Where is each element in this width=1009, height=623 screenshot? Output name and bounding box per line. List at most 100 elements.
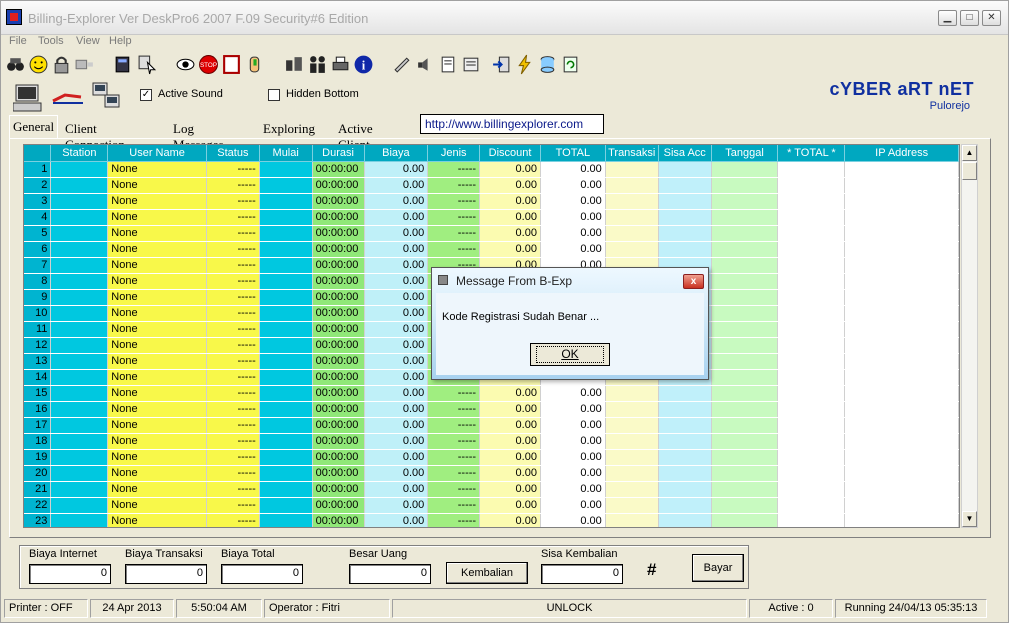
biaya-internet-field[interactable]: 0 — [29, 564, 111, 584]
kembalian-button[interactable]: Kembalian — [446, 562, 528, 584]
pointer-icon[interactable] — [137, 54, 158, 75]
active-sound-checkbox[interactable]: ✓ — [140, 89, 152, 101]
tab-exploring[interactable]: Exploring ... — [259, 117, 319, 152]
refresh-icon[interactable] — [560, 54, 581, 75]
database-icon[interactable] — [537, 54, 558, 75]
column-header[interactable]: Transaksi — [605, 145, 659, 162]
grid-scrollbar[interactable]: ▲ ▼ — [961, 144, 978, 528]
minimize-button[interactable]: ▁ — [938, 10, 957, 26]
table-cell: 7 — [24, 257, 52, 274]
biaya-transaksi-field[interactable]: 0 — [125, 564, 207, 584]
website-link[interactable]: http://www.billingexplorer.com — [420, 114, 604, 134]
pencil-icon[interactable] — [392, 54, 413, 75]
tab-log-messages[interactable]: Log Messages — [169, 117, 228, 152]
smiley-icon[interactable] — [28, 54, 49, 75]
table-row[interactable]: 2 None ----- 00:00:00 0.00 ----- 0.00 0.00 — [24, 177, 959, 194]
table-cell — [50, 209, 109, 226]
dialog-ok-button[interactable]: OK — [530, 343, 610, 366]
table-cell — [777, 497, 846, 514]
tab-general[interactable]: General — [9, 115, 59, 139]
table-row[interactable]: 3 None ----- 00:00:00 0.00 ----- 0.00 0.00 — [24, 193, 959, 210]
table-row[interactable]: 19 None ----- 00:00:00 0.00 ----- 0.00 0.00 — [24, 449, 959, 466]
table-cell: 0.00 — [364, 369, 429, 386]
column-header[interactable]: Jenis — [427, 145, 481, 162]
table-cell: 23 — [24, 513, 52, 527]
scroll-down-icon[interactable]: ▼ — [962, 511, 977, 527]
table-cell: 0.00 — [479, 193, 541, 210]
lightning-icon[interactable] — [514, 54, 535, 75]
sisa-kembalian-field[interactable]: 0 — [541, 564, 623, 584]
window-title: Billing-Explorer Ver DeskPro6 2007 F.09 … — [28, 11, 369, 26]
biaya-total-field[interactable]: 0 — [221, 564, 303, 584]
menu-tools[interactable]: Tools — [38, 35, 64, 47]
column-header[interactable]: Status — [206, 145, 260, 162]
menu-view[interactable]: View — [76, 35, 100, 47]
table-row[interactable]: 20 None ----- 00:00:00 0.00 ----- 0.00 0.00 — [24, 465, 959, 482]
menu-file[interactable]: File — [9, 35, 27, 47]
table-cell — [50, 417, 109, 434]
stop-icon[interactable]: STOP — [198, 54, 219, 75]
table-row[interactable]: 1 None ----- 00:00:00 0.00 ----- 0.00 0.00 — [24, 161, 959, 178]
scroll-thumb[interactable] — [962, 162, 977, 180]
table-cell: ----- — [206, 305, 260, 322]
workstation-icon[interactable] — [113, 54, 134, 75]
status-date: 24 Apr 2013 — [90, 599, 174, 618]
column-header[interactable]: IP Address — [844, 145, 959, 162]
table-row[interactable]: 17 None ----- 00:00:00 0.00 ----- 0.00 0.00 — [24, 417, 959, 434]
users-icon[interactable] — [307, 54, 328, 75]
table-cell — [658, 481, 712, 498]
table-row[interactable]: 5 None ----- 00:00:00 0.00 ----- 0.00 0.00 — [24, 225, 959, 242]
column-header[interactable] — [24, 145, 52, 162]
scroll-up-icon[interactable]: ▲ — [962, 145, 977, 161]
menu-help[interactable]: Help — [109, 35, 132, 47]
table-cell — [711, 337, 779, 354]
lock-icon[interactable] — [51, 54, 72, 75]
table-cell — [844, 433, 959, 450]
table-row[interactable]: 16 None ----- 00:00:00 0.00 ----- 0.00 0.00 — [24, 401, 959, 418]
message-dialog: Message From B-Exp x Kode Registrasi Sud… — [431, 267, 709, 380]
info-icon[interactable]: i — [353, 54, 374, 75]
table-row[interactable]: 18 None ----- 00:00:00 0.00 ----- 0.00 0.00 — [24, 433, 959, 450]
tab-active-client[interactable]: Active Client — [334, 117, 377, 152]
binoculars-icon[interactable] — [5, 54, 26, 75]
table-cell: None — [107, 417, 207, 434]
besar-uang-field[interactable]: 0 — [349, 564, 431, 584]
disconnect-icon[interactable] — [74, 54, 95, 75]
column-header[interactable]: Biaya — [364, 145, 429, 162]
table-row[interactable]: 15 None ----- 00:00:00 0.00 ----- 0.00 0.00 — [24, 385, 959, 402]
book-icon[interactable] — [221, 54, 242, 75]
column-header[interactable]: Sisa Acc — [658, 145, 712, 162]
column-header[interactable]: Mulai — [259, 145, 313, 162]
table-row[interactable]: 6 None ----- 00:00:00 0.00 ----- 0.00 0.00 — [24, 241, 959, 258]
column-header[interactable]: User Name — [107, 145, 207, 162]
table-cell — [259, 321, 313, 338]
dialog-close-button[interactable]: x — [683, 274, 704, 289]
column-header[interactable]: Tanggal — [711, 145, 779, 162]
printer-icon[interactable] — [330, 54, 351, 75]
table-cell: ----- — [206, 241, 260, 258]
table-cell — [605, 449, 659, 466]
column-header[interactable]: Station — [50, 145, 109, 162]
hand-icon[interactable] — [244, 54, 265, 75]
svg-text:i: i — [362, 59, 366, 73]
close-button[interactable]: ✕ — [982, 10, 1001, 26]
column-header[interactable]: TOTAL — [540, 145, 606, 162]
table-cell: 0.00 — [540, 449, 606, 466]
table-row[interactable]: 23 None ----- 00:00:00 0.00 ----- 0.00 0.00 — [24, 513, 959, 527]
column-header[interactable]: Durasi — [312, 145, 365, 162]
audio-icon[interactable] — [415, 54, 436, 75]
table-row[interactable]: 22 None ----- 00:00:00 0.00 ----- 0.00 0.00 — [24, 497, 959, 514]
table-row[interactable]: 21 None ----- 00:00:00 0.00 ----- 0.00 0.00 — [24, 481, 959, 498]
report-icon[interactable] — [461, 54, 482, 75]
tab-client-connection[interactable]: Client Connection — [61, 117, 129, 152]
bayar-button[interactable]: Bayar — [692, 554, 744, 582]
hidden-bottom-checkbox[interactable] — [268, 89, 280, 101]
column-header[interactable]: * TOTAL * — [777, 145, 846, 162]
eye-icon[interactable] — [175, 54, 196, 75]
document-icon[interactable] — [438, 54, 459, 75]
column-header[interactable]: Discount — [479, 145, 541, 162]
table-row[interactable]: 4 None ----- 00:00:00 0.00 ----- 0.00 0.00 — [24, 209, 959, 226]
login-icon[interactable] — [491, 54, 512, 75]
maximize-button[interactable]: □ — [960, 10, 979, 26]
network-icon[interactable] — [284, 54, 305, 75]
